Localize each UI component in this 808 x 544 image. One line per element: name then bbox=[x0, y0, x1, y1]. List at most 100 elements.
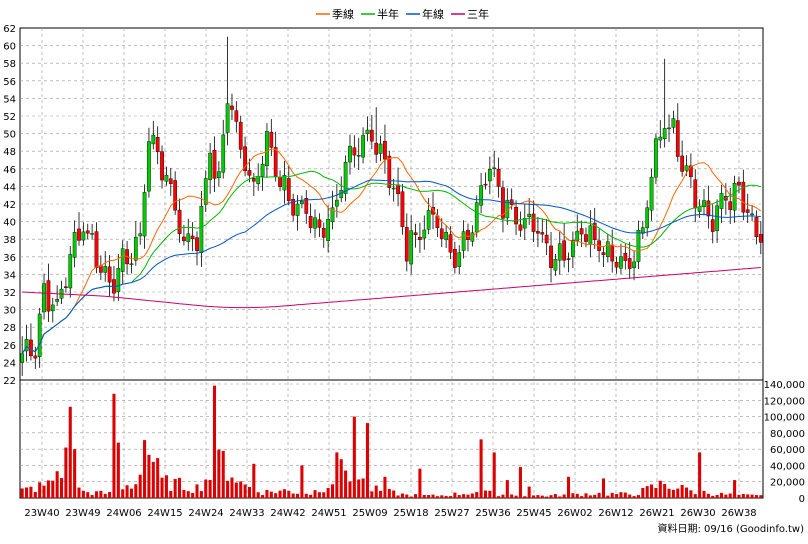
candle-body bbox=[313, 217, 317, 229]
volume-bar bbox=[632, 496, 636, 498]
price-tick-label: 50 bbox=[3, 130, 16, 141]
candle-body bbox=[217, 171, 221, 178]
volume-bar bbox=[593, 494, 597, 498]
time-tick-label: 26W30 bbox=[680, 508, 715, 519]
volume-bar bbox=[55, 471, 59, 498]
volume-bar bbox=[514, 495, 518, 498]
candle-body bbox=[155, 137, 160, 153]
candle-body bbox=[29, 339, 33, 357]
candle-body bbox=[474, 202, 479, 233]
volume-bar bbox=[754, 495, 758, 498]
volume-bar bbox=[615, 494, 619, 498]
candle-body bbox=[230, 105, 234, 110]
candle-body bbox=[352, 147, 357, 156]
volume-bar bbox=[492, 452, 496, 498]
volume-bar bbox=[33, 491, 37, 498]
volume-bar bbox=[247, 487, 251, 498]
volume-bar bbox=[418, 468, 422, 498]
volume-bar bbox=[151, 461, 155, 498]
candle-body bbox=[251, 178, 256, 182]
candle-body bbox=[522, 218, 527, 229]
volume-bar bbox=[108, 492, 112, 498]
candle-body bbox=[164, 175, 169, 182]
volume-bar bbox=[667, 488, 671, 498]
volume-bar bbox=[737, 494, 741, 498]
candle-body bbox=[348, 145, 352, 163]
candle-body bbox=[549, 245, 553, 268]
volume-bar bbox=[724, 494, 728, 498]
volume-bar bbox=[409, 496, 413, 498]
volume-bar bbox=[759, 495, 763, 498]
volume-bar bbox=[750, 494, 754, 498]
volume-bar bbox=[274, 493, 278, 498]
volume-bar bbox=[523, 496, 527, 498]
candle-body bbox=[208, 152, 212, 181]
candle-body bbox=[317, 219, 322, 228]
time-tick-label: 24W33 bbox=[229, 508, 264, 519]
volume-bar bbox=[588, 495, 592, 498]
candle-body bbox=[536, 231, 540, 234]
candle-body bbox=[265, 131, 269, 167]
candle-body bbox=[404, 227, 409, 262]
volume-bar bbox=[204, 479, 208, 498]
volume-bar bbox=[77, 487, 81, 498]
volume-bar bbox=[715, 494, 719, 498]
candle-body bbox=[422, 229, 427, 239]
volume-bar bbox=[173, 478, 177, 498]
volume-bar bbox=[645, 486, 649, 498]
volume-bar bbox=[261, 495, 265, 498]
candle-body bbox=[557, 243, 562, 261]
volume-bar bbox=[282, 489, 286, 498]
candle-body bbox=[619, 256, 623, 269]
candle-body bbox=[356, 155, 361, 157]
volume-bar bbox=[191, 492, 195, 498]
candle-body bbox=[588, 225, 593, 245]
candle-body bbox=[147, 141, 151, 192]
price-tick-label: 24 bbox=[3, 358, 16, 369]
volume-bar bbox=[287, 490, 291, 498]
volume-bar bbox=[558, 496, 562, 498]
candle-body bbox=[42, 283, 46, 313]
candle-body bbox=[754, 217, 759, 238]
volume-bar bbox=[505, 480, 509, 498]
volume-bar bbox=[309, 494, 313, 498]
price-tick-label: 40 bbox=[3, 218, 16, 229]
candle-body bbox=[662, 128, 667, 140]
volume-bar bbox=[466, 494, 470, 498]
volume-bar bbox=[125, 485, 129, 498]
volume-bar bbox=[606, 495, 610, 498]
volume-bar bbox=[59, 478, 64, 498]
volume-bar bbox=[475, 492, 479, 498]
volume-bar bbox=[623, 492, 627, 498]
time-tick-label: 26W38 bbox=[721, 508, 756, 519]
volume-bar bbox=[518, 467, 522, 498]
volume-bar bbox=[177, 477, 182, 498]
time-tick-label: 25W45 bbox=[516, 508, 551, 519]
candle-body bbox=[758, 234, 763, 243]
candle-body bbox=[627, 258, 632, 269]
volume-bar bbox=[217, 449, 221, 498]
volume-bar bbox=[719, 492, 724, 498]
volume-bar bbox=[99, 490, 103, 498]
volume-bar bbox=[453, 492, 457, 498]
volume-bar bbox=[671, 489, 675, 498]
price-tick-label: 26 bbox=[3, 341, 16, 352]
price-tick-label: 58 bbox=[3, 59, 16, 70]
volume-bar bbox=[38, 482, 42, 498]
volume-bar bbox=[357, 479, 361, 498]
time-tick-label: 26W02 bbox=[557, 508, 592, 519]
candle-body bbox=[308, 216, 313, 228]
volume-bar bbox=[164, 475, 168, 498]
candle-body bbox=[470, 232, 475, 242]
candle-body bbox=[496, 168, 501, 187]
volume-bar bbox=[527, 486, 531, 498]
volume-bar bbox=[435, 496, 439, 498]
price-tick-label: 34 bbox=[3, 270, 16, 281]
candle-body bbox=[37, 313, 42, 357]
volume-bar bbox=[628, 494, 632, 498]
volume-bar bbox=[199, 491, 203, 498]
candle-body bbox=[269, 131, 274, 148]
candle-body bbox=[68, 254, 73, 289]
price-tick-label: 60 bbox=[3, 42, 16, 53]
candle-body bbox=[601, 252, 606, 256]
